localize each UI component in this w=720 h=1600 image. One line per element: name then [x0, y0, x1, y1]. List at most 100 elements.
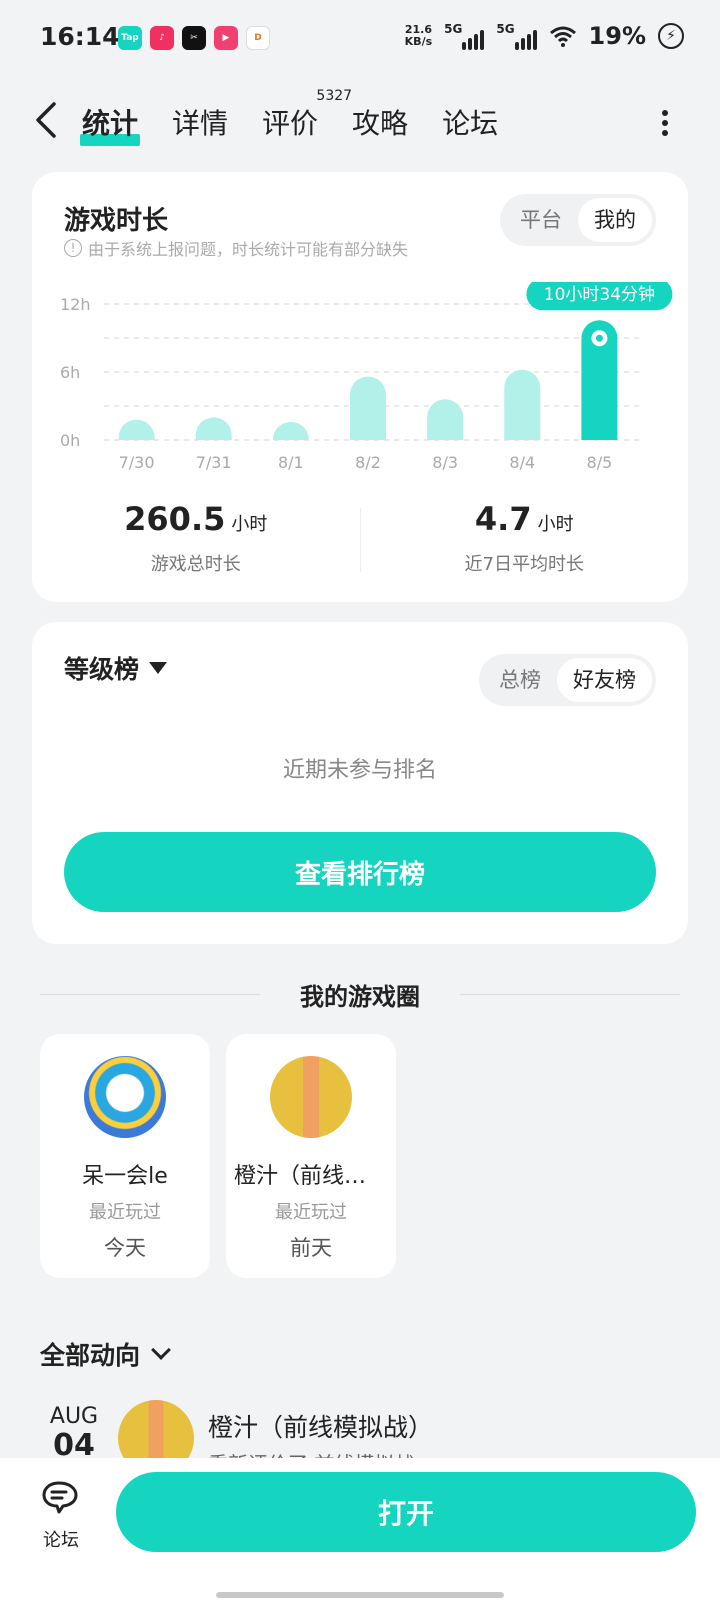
avatar	[270, 1056, 352, 1138]
playtime-bar-chart: 12h 6h 0h 7/30 7/31 8/1 8/2 8/3 8/4 8/5 10小时34分钟	[60, 282, 673, 472]
wifi-icon	[549, 26, 576, 47]
notice-text: 由于系统上报问题，时长统计可能有部分缺失	[88, 240, 409, 259]
back-arrow-icon[interactable]	[32, 100, 62, 140]
friend-name: 呆一会le	[82, 1164, 168, 1189]
avatar	[118, 1400, 194, 1460]
total-value: 260.5	[124, 500, 226, 538]
avg-playtime: 4.7 小时 近7日平均时长	[361, 500, 689, 580]
douyin-icon: ♪	[150, 26, 174, 50]
capcut-icon: ✂	[182, 26, 206, 50]
bottom-action-bar: 论坛 打开	[0, 1458, 720, 1600]
activity-date: AUG 04	[44, 1404, 104, 1460]
friend-name: 橙汁（前线模拟战）	[234, 1164, 396, 1189]
avg-unit: 小时	[537, 514, 574, 535]
playtime-toggle: 平台 我的	[500, 194, 656, 246]
toggle-platform[interactable]: 平台	[504, 198, 578, 242]
chart-bar	[350, 376, 386, 440]
review-count-badge: 5327	[316, 88, 353, 104]
forum-label: 论坛	[43, 1530, 79, 1551]
ranking-toggle: 总榜 好友榜	[479, 654, 656, 706]
status-bar: 16:14 Tap ♪ ✂ ▶ D 21.6 KB/s 5G 5G 19% ⚡	[0, 0, 720, 80]
info-icon: !	[64, 239, 82, 257]
home-indicator[interactable]	[216, 1592, 504, 1598]
forum-chat-icon	[42, 1481, 78, 1514]
friend-recent-time: 今天	[104, 1236, 146, 1260]
activity-user-name: 橙汁（前线模拟战）	[208, 1413, 434, 1442]
activity-filter-dropdown[interactable]: 全部动向	[40, 1336, 171, 1372]
battery-percent: 19%	[588, 22, 646, 50]
game-circle-title: 我的游戏圈	[300, 982, 420, 1011]
video-icon: ▶	[214, 26, 238, 50]
ranking-title: 等级榜	[64, 655, 140, 684]
status-app-icons: Tap ♪ ✂ ▶ D	[118, 26, 270, 50]
status-right: 21.6 KB/s 5G 5G 19% ⚡	[405, 22, 684, 50]
more-options-icon[interactable]	[662, 110, 670, 136]
y-tick-label: 0h	[60, 431, 80, 450]
dropdown-triangle-icon	[149, 662, 168, 674]
x-tick-label: 8/4	[509, 453, 535, 472]
tab-reviews-label: 评价	[262, 107, 319, 140]
friend-recent-label: 最近玩过	[275, 1202, 347, 1223]
highlight-dot-center	[595, 334, 603, 342]
friend-recent-time: 前天	[290, 1236, 332, 1260]
divider-line	[40, 993, 260, 995]
x-tick-label: 8/2	[355, 453, 381, 472]
x-tick-label: 7/31	[196, 453, 232, 472]
toggle-mine[interactable]: 我的	[578, 198, 652, 242]
activity-item[interactable]: AUG 04 橙汁（前线模拟战） 重新评价了 前线模拟战	[40, 1400, 680, 1460]
signal-bars-icon	[462, 30, 485, 50]
didi-icon: D	[246, 26, 270, 50]
view-ranking-button[interactable]: 查看排行榜	[64, 832, 656, 912]
taptap-icon: Tap	[118, 26, 142, 50]
y-tick-label: 12h	[60, 295, 91, 314]
tab-guides[interactable]: 攻略	[352, 102, 408, 142]
x-tick-label: 8/1	[278, 453, 304, 472]
toggle-overall[interactable]: 总榜	[483, 658, 557, 702]
tab-reviews[interactable]: 评价 5327	[262, 88, 352, 142]
top-nav: 统计 详情 评价 5327 攻略 论坛	[0, 88, 720, 152]
tab-details[interactable]: 详情	[172, 102, 228, 142]
net-type-label: 5G	[496, 22, 515, 36]
chart-bar	[427, 399, 464, 440]
activity-day: 04	[53, 1428, 95, 1461]
friend-card[interactable]: 呆一会le 最近玩过 今天	[40, 1034, 210, 1278]
friend-recent-label: 最近玩过	[89, 1202, 161, 1223]
toggle-friends[interactable]: 好友榜	[557, 658, 652, 702]
activity-filter-label: 全部动向	[40, 1341, 141, 1370]
ranking-empty-text: 近期未参与排名	[282, 758, 437, 783]
chart-bar	[272, 421, 309, 440]
signal-5g-2: 5G	[496, 22, 537, 50]
charging-icon: ⚡	[658, 23, 684, 49]
tab-forum[interactable]: 论坛	[442, 102, 498, 142]
x-tick-label: 7/30	[119, 453, 155, 472]
status-time: 16:14	[40, 22, 120, 51]
x-tick-label: 8/5	[587, 453, 613, 472]
chart-bar	[118, 419, 155, 440]
friend-card[interactable]: 橙汁（前线模拟战） 最近玩过 前天	[226, 1034, 396, 1278]
game-circle-header: 我的游戏圈	[40, 974, 680, 1014]
tab-stats[interactable]: 统计	[79, 102, 141, 146]
playtime-title: 游戏时长	[64, 206, 169, 236]
total-playtime: 260.5 小时 游戏总时长	[32, 500, 360, 580]
avatar	[84, 1056, 166, 1138]
chart-bar	[195, 417, 232, 440]
total-unit: 小时	[231, 514, 268, 535]
playtime-card: 游戏时长 ! 由于系统上报问题，时长统计可能有部分缺失 平台 我的 12h 6h 0…	[32, 172, 688, 602]
signal-bars-icon	[514, 30, 537, 50]
net-type-label: 5G	[444, 22, 463, 36]
ranking-card: 等级榜 总榜 好友榜 近期未参与排名 查看排行榜	[32, 622, 688, 944]
ranking-type-dropdown[interactable]: 等级榜	[64, 650, 168, 686]
x-tick-label: 8/3	[432, 453, 458, 472]
total-label: 游戏总时长	[150, 554, 241, 575]
y-tick-label: 6h	[60, 363, 80, 382]
chevron-down-icon	[151, 1340, 171, 1360]
network-speed: 21.6 KB/s	[405, 24, 432, 48]
avg-value: 4.7	[474, 500, 532, 538]
speed-unit: KB/s	[404, 35, 433, 48]
divider-line	[460, 993, 680, 995]
friend-cards: 呆一会le 最近玩过 今天 橙汁（前线模拟战） 最近玩过 前天	[40, 1034, 396, 1278]
avg-label: 近7日平均时长	[464, 554, 584, 575]
signal-5g-1: 5G	[444, 22, 485, 50]
forum-button[interactable]: 论坛	[36, 1480, 86, 1552]
open-game-button[interactable]: 打开	[116, 1472, 696, 1552]
